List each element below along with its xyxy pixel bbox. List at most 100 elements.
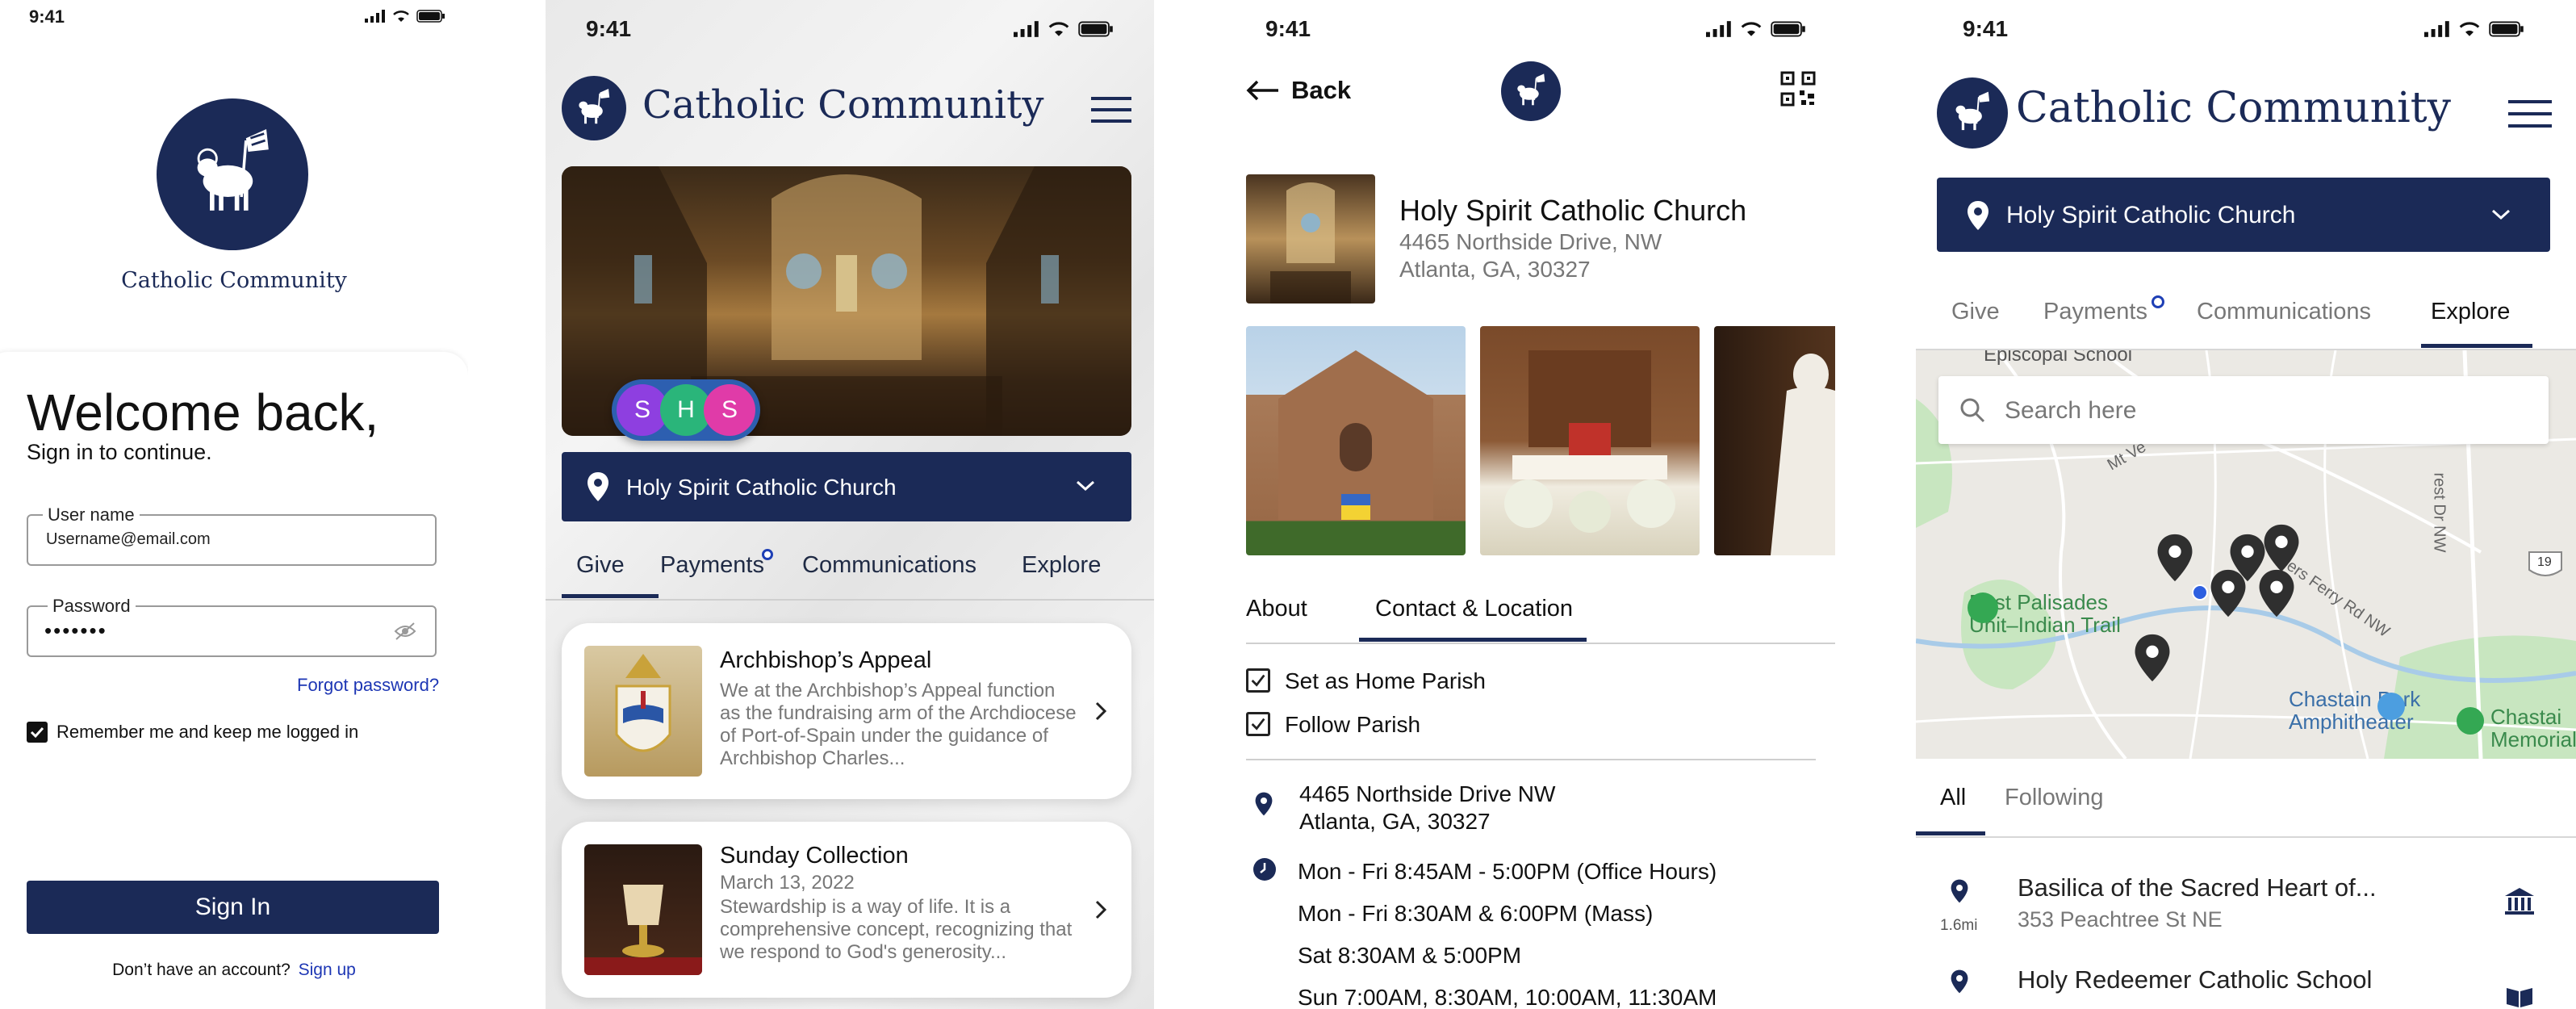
chevron-down-icon <box>1076 480 1095 492</box>
app-logo[interactable] <box>1937 77 2008 149</box>
lamb-icon <box>197 129 269 211</box>
chevron-down-icon <box>2491 209 2511 220</box>
hours-line: Sat 8:30AM & 5:00PM <box>1298 943 1522 968</box>
app-title: Catholic Community <box>2016 84 2451 132</box>
sign-up-link[interactable]: Sign up <box>299 961 356 979</box>
card-date: March 13, 2022 <box>720 872 855 894</box>
tab-explore[interactable]: Explore <box>2431 299 2510 325</box>
welcome-title: Welcome back, <box>27 383 379 442</box>
notification-dot <box>2152 295 2164 308</box>
signal-icon <box>1014 21 1039 37</box>
tab-give[interactable]: Give <box>576 552 625 579</box>
card-title: Sunday Collection <box>720 843 909 869</box>
give-card[interactable]: Archbishop’s Appeal We at the Archbishop… <box>562 623 1131 799</box>
map-label-memorial: Chastai Memorial <box>2490 705 2576 752</box>
battery-icon <box>1078 21 1113 37</box>
map-pin-icon[interactable] <box>2156 533 2193 583</box>
church-address-line2: Atlanta, GA, 30327 <box>1399 257 1591 282</box>
avatar-group[interactable]: S H S <box>612 379 760 441</box>
menu-icon[interactable] <box>1091 95 1131 124</box>
app-logo <box>1501 61 1561 121</box>
parish-selector[interactable]: Holy Spirit Catholic Church <box>562 452 1131 521</box>
eye-off-icon[interactable] <box>393 622 417 641</box>
qr-code-icon[interactable] <box>1780 71 1816 107</box>
back-button[interactable]: Back <box>1246 74 1351 107</box>
password-value: ••••••• <box>44 618 107 643</box>
gallery-photo-altar[interactable] <box>1480 326 1700 555</box>
filter-tab-bar: All Following <box>1916 767 2576 838</box>
map-pin-icon[interactable] <box>2258 568 2295 618</box>
forgot-password-link[interactable]: Forgot password? <box>297 675 439 696</box>
password-field[interactable]: Password ••••••• <box>27 596 437 657</box>
status-time: 9:41 <box>29 6 65 27</box>
map-view[interactable]: Episcopal School Mt Ve rers Ferry Rd NW … <box>1916 350 2576 759</box>
wifi-icon <box>393 10 409 22</box>
back-label: Back <box>1291 76 1352 104</box>
tab-payments[interactable]: Payments <box>2043 299 2147 325</box>
check-icon <box>30 726 44 739</box>
follow-parish-checkbox[interactable] <box>1246 712 1270 736</box>
signal-icon <box>1706 21 1731 37</box>
menu-icon[interactable] <box>2508 98 2552 129</box>
divider <box>1246 759 1816 760</box>
gallery-photo-exterior[interactable] <box>1246 326 1466 555</box>
location-pin-icon <box>588 472 608 501</box>
filter-tab-following[interactable]: Following <box>2005 785 2104 811</box>
app-logo[interactable] <box>562 76 626 140</box>
battery-icon <box>416 10 445 23</box>
map-pin-icon[interactable] <box>2134 633 2171 683</box>
list-item[interactable]: 1.6mi Basilica of the Sacred Heart of...… <box>1916 856 2576 936</box>
home-parish-checkbox[interactable] <box>1246 668 1270 693</box>
tab-explore[interactable]: Explore <box>1022 552 1101 579</box>
status-icons <box>1706 21 1806 37</box>
location-pin-icon <box>1255 792 1273 816</box>
map-pin-icon[interactable] <box>2263 523 2300 573</box>
lamb-icon <box>1517 73 1545 106</box>
tab-give[interactable]: Give <box>1951 299 2000 325</box>
status-bar: 9:41 <box>1916 0 2576 48</box>
check-icon <box>1251 674 1265 687</box>
map-pin-icon[interactable] <box>2210 568 2247 618</box>
give-screen: 9:41 Catholic Community S H S Holy Spiri… <box>546 0 1154 1009</box>
give-card[interactable]: Sunday Collection March 13, 2022 Steward… <box>562 822 1131 998</box>
tab-communications[interactable]: Communications <box>2197 299 2371 325</box>
clock-icon <box>1253 858 1276 881</box>
hours-line: Mon - Fri 8:30AM & 6:00PM (Mass) <box>1298 901 1654 926</box>
status-time: 9:41 <box>1265 16 1311 41</box>
search-placeholder: Search here <box>2005 397 2137 424</box>
sign-in-button[interactable]: Sign In <box>27 881 439 934</box>
card-description: We at the Archbishop’s Appeal function a… <box>720 680 1077 769</box>
remember-label: Remember me and keep me logged in <box>56 722 359 742</box>
tab-payments[interactable]: Payments <box>660 552 764 579</box>
username-value: Username@email.com <box>46 530 211 548</box>
photo-gallery[interactable] <box>1246 326 1835 555</box>
parish-selector[interactable]: Holy Spirit Catholic Church <box>1937 178 2550 252</box>
gallery-photo-statue[interactable] <box>1714 326 1835 555</box>
battery-icon <box>1771 21 1805 37</box>
tab-contact-location[interactable]: Contact & Location <box>1375 596 1573 622</box>
location-line1: 4465 Northside Drive NW <box>1299 781 1556 806</box>
filter-tab-all[interactable]: All <box>1940 785 1966 811</box>
username-field[interactable]: User name Username@email.com <box>27 504 437 566</box>
arrow-left-icon <box>1246 80 1278 101</box>
tab-about[interactable]: About <box>1246 596 1307 622</box>
no-account-text: Don’t have an account? <box>112 961 291 979</box>
hours-line: Sun 7:00AM, 8:30AM, 10:00AM, 11:30AM <box>1298 985 1717 1009</box>
parish-name: Holy Spirit Catholic Church <box>2006 202 2296 228</box>
home-parish-label: Set as Home Parish <box>1285 668 1486 693</box>
check-icon <box>1251 718 1265 731</box>
remember-checkbox[interactable] <box>27 722 48 743</box>
follow-parish-label: Follow Parish <box>1285 712 1421 737</box>
hours-line: Mon - Fri 8:45AM - 5:00PM (Office Hours) <box>1298 859 1717 884</box>
map-search-bar[interactable]: Search here <box>1938 376 2549 444</box>
tab-bar: Give Payments Communications Explore <box>546 541 1154 601</box>
lamb-icon <box>579 89 610 124</box>
app-name: Catholic Community <box>121 268 347 293</box>
wifi-icon <box>1048 22 1069 36</box>
card-title: Archbishop’s Appeal <box>720 647 932 673</box>
list-item[interactable]: Holy Redeemer Catholic School <box>1916 949 2576 1009</box>
battery-icon <box>2489 21 2524 37</box>
tab-communications[interactable]: Communications <box>802 552 976 579</box>
church-thumbnail <box>1246 174 1375 304</box>
card-image-crest <box>584 646 702 777</box>
